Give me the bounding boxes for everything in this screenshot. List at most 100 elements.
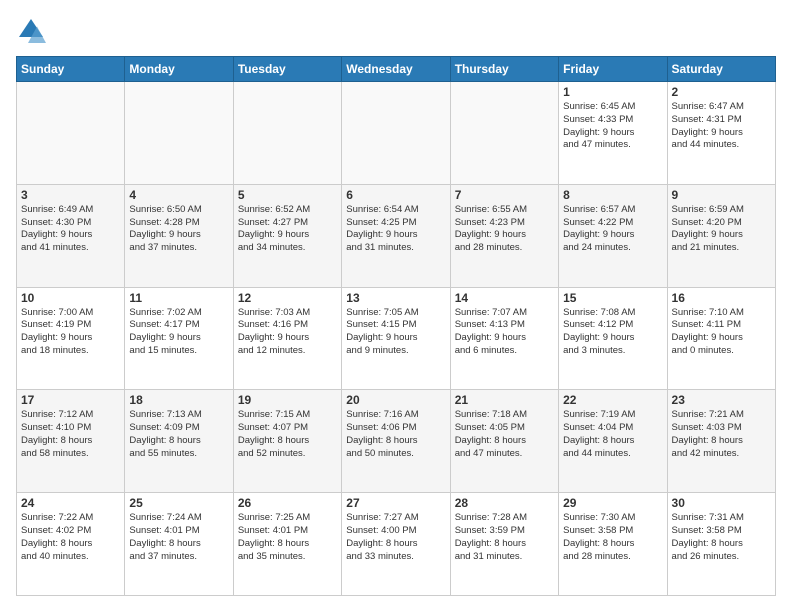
calendar-week-2: 3Sunrise: 6:49 AM Sunset: 4:30 PM Daylig… <box>17 184 776 287</box>
day-info: Sunrise: 7:19 AM Sunset: 4:04 PM Dayligh… <box>563 409 662 460</box>
calendar-cell: 19 Sunrise: 7:15 AM Sunset: 4:07 PM Dayli… <box>233 390 341 493</box>
day-number: 21 <box>455 393 554 407</box>
calendar-cell: 7 Sunrise: 6:55 AM Sunset: 4:23 PM Daylig… <box>450 184 558 287</box>
calendar-cell: 11 Sunrise: 7:02 AM Sunset: 4:17 PM Dayli… <box>125 287 233 390</box>
day-info: Sunrise: 6:47 AM Sunset: 4:31 PM Dayligh… <box>672 101 771 152</box>
calendar-cell: 13 Sunrise: 7:05 AM Sunset: 4:15 PM Dayli… <box>342 287 450 390</box>
calendar-table: SundayMondayTuesdayWednesdayThursdayFrid… <box>16 56 776 596</box>
day-number: 3 <box>21 188 120 202</box>
weekday-header-monday: Monday <box>125 57 233 82</box>
day-info: Sunrise: 6:57 AM Sunset: 4:22 PM Dayligh… <box>563 204 662 255</box>
day-info: Sunrise: 7:24 AM Sunset: 4:01 PM Dayligh… <box>129 512 228 563</box>
calendar-cell: 16Sunrise: 7:10 AM Sunset: 4:11 PM Dayli… <box>667 287 775 390</box>
calendar-cell: 27 Sunrise: 7:27 AM Sunset: 4:00 PM Dayli… <box>342 493 450 596</box>
day-info: Sunrise: 7:18 AM Sunset: 4:05 PM Dayligh… <box>455 409 554 460</box>
day-info: Sunrise: 7:10 AM Sunset: 4:11 PM Dayligh… <box>672 307 771 358</box>
day-info: Sunrise: 6:59 AM Sunset: 4:20 PM Dayligh… <box>672 204 771 255</box>
day-number: 7 <box>455 188 554 202</box>
day-info: Sunrise: 7:22 AM Sunset: 4:02 PM Dayligh… <box>21 512 120 563</box>
calendar-cell: 23 Sunrise: 7:21 AM Sunset: 4:03 PM Dayli… <box>667 390 775 493</box>
day-number: 8 <box>563 188 662 202</box>
weekday-header-tuesday: Tuesday <box>233 57 341 82</box>
day-number: 17 <box>21 393 120 407</box>
calendar-cell: 3Sunrise: 6:49 AM Sunset: 4:30 PM Daylig… <box>17 184 125 287</box>
day-number: 28 <box>455 496 554 510</box>
day-number: 10 <box>21 291 120 305</box>
logo <box>16 16 50 46</box>
calendar-cell: 8 Sunrise: 6:57 AM Sunset: 4:22 PM Daylig… <box>559 184 667 287</box>
calendar-week-1: 1Sunrise: 6:45 AM Sunset: 4:33 PM Daylig… <box>17 82 776 185</box>
day-info: Sunrise: 6:55 AM Sunset: 4:23 PM Dayligh… <box>455 204 554 255</box>
day-number: 18 <box>129 393 228 407</box>
calendar-cell: 26Sunrise: 7:25 AM Sunset: 4:01 PM Dayli… <box>233 493 341 596</box>
day-info: Sunrise: 7:30 AM Sunset: 3:58 PM Dayligh… <box>563 512 662 563</box>
day-number: 25 <box>129 496 228 510</box>
day-number: 11 <box>129 291 228 305</box>
calendar-cell: 1Sunrise: 6:45 AM Sunset: 4:33 PM Daylig… <box>559 82 667 185</box>
day-number: 13 <box>346 291 445 305</box>
day-info: Sunrise: 6:50 AM Sunset: 4:28 PM Dayligh… <box>129 204 228 255</box>
weekday-header-sunday: Sunday <box>17 57 125 82</box>
weekday-header-thursday: Thursday <box>450 57 558 82</box>
day-info: Sunrise: 7:15 AM Sunset: 4:07 PM Dayligh… <box>238 409 337 460</box>
day-info: Sunrise: 7:02 AM Sunset: 4:17 PM Dayligh… <box>129 307 228 358</box>
weekday-header-friday: Friday <box>559 57 667 82</box>
calendar-cell: 24 Sunrise: 7:22 AM Sunset: 4:02 PM Dayli… <box>17 493 125 596</box>
day-info: Sunrise: 7:08 AM Sunset: 4:12 PM Dayligh… <box>563 307 662 358</box>
day-info: Sunrise: 7:21 AM Sunset: 4:03 PM Dayligh… <box>672 409 771 460</box>
calendar-cell: 14 Sunrise: 7:07 AM Sunset: 4:13 PM Dayli… <box>450 287 558 390</box>
day-number: 19 <box>238 393 337 407</box>
calendar-cell: 6Sunrise: 6:54 AM Sunset: 4:25 PM Daylig… <box>342 184 450 287</box>
day-info: Sunrise: 7:16 AM Sunset: 4:06 PM Dayligh… <box>346 409 445 460</box>
calendar-cell: 28 Sunrise: 7:28 AM Sunset: 3:59 PM Dayli… <box>450 493 558 596</box>
logo-icon <box>16 16 46 46</box>
calendar-cell <box>125 82 233 185</box>
day-number: 4 <box>129 188 228 202</box>
day-number: 6 <box>346 188 445 202</box>
page: SundayMondayTuesdayWednesdayThursdayFrid… <box>0 0 792 612</box>
day-number: 20 <box>346 393 445 407</box>
calendar-cell: 5Sunrise: 6:52 AM Sunset: 4:27 PM Daylig… <box>233 184 341 287</box>
calendar-cell: 17 Sunrise: 7:12 AM Sunset: 4:10 PM Dayli… <box>17 390 125 493</box>
day-info: Sunrise: 7:13 AM Sunset: 4:09 PM Dayligh… <box>129 409 228 460</box>
day-info: Sunrise: 7:05 AM Sunset: 4:15 PM Dayligh… <box>346 307 445 358</box>
calendar-cell: 30Sunrise: 7:31 AM Sunset: 3:58 PM Dayli… <box>667 493 775 596</box>
day-number: 24 <box>21 496 120 510</box>
calendar-cell <box>233 82 341 185</box>
calendar-week-5: 24 Sunrise: 7:22 AM Sunset: 4:02 PM Dayli… <box>17 493 776 596</box>
weekday-header-wednesday: Wednesday <box>342 57 450 82</box>
calendar-week-3: 10 Sunrise: 7:00 AM Sunset: 4:19 PM Dayli… <box>17 287 776 390</box>
calendar-cell: 15 Sunrise: 7:08 AM Sunset: 4:12 PM Dayli… <box>559 287 667 390</box>
calendar-cell: 12 Sunrise: 7:03 AM Sunset: 4:16 PM Dayli… <box>233 287 341 390</box>
day-number: 23 <box>672 393 771 407</box>
calendar-week-4: 17 Sunrise: 7:12 AM Sunset: 4:10 PM Dayli… <box>17 390 776 493</box>
calendar-cell <box>342 82 450 185</box>
day-info: Sunrise: 6:52 AM Sunset: 4:27 PM Dayligh… <box>238 204 337 255</box>
day-number: 29 <box>563 496 662 510</box>
day-info: Sunrise: 6:45 AM Sunset: 4:33 PM Dayligh… <box>563 101 662 152</box>
calendar-cell <box>17 82 125 185</box>
weekday-header-row: SundayMondayTuesdayWednesdayThursdayFrid… <box>17 57 776 82</box>
calendar-cell: 29 Sunrise: 7:30 AM Sunset: 3:58 PM Dayli… <box>559 493 667 596</box>
day-number: 27 <box>346 496 445 510</box>
day-number: 30 <box>672 496 771 510</box>
calendar-cell: 2 Sunrise: 6:47 AM Sunset: 4:31 PM Daylig… <box>667 82 775 185</box>
calendar-cell: 4 Sunrise: 6:50 AM Sunset: 4:28 PM Daylig… <box>125 184 233 287</box>
weekday-header-saturday: Saturday <box>667 57 775 82</box>
day-info: Sunrise: 7:12 AM Sunset: 4:10 PM Dayligh… <box>21 409 120 460</box>
day-number: 2 <box>672 85 771 99</box>
calendar-cell: 22 Sunrise: 7:19 AM Sunset: 4:04 PM Dayli… <box>559 390 667 493</box>
calendar-cell: 18 Sunrise: 7:13 AM Sunset: 4:09 PM Dayli… <box>125 390 233 493</box>
day-info: Sunrise: 7:00 AM Sunset: 4:19 PM Dayligh… <box>21 307 120 358</box>
day-number: 9 <box>672 188 771 202</box>
day-info: Sunrise: 7:25 AM Sunset: 4:01 PM Dayligh… <box>238 512 337 563</box>
calendar-cell <box>450 82 558 185</box>
day-number: 12 <box>238 291 337 305</box>
day-number: 15 <box>563 291 662 305</box>
day-info: Sunrise: 7:28 AM Sunset: 3:59 PM Dayligh… <box>455 512 554 563</box>
day-number: 22 <box>563 393 662 407</box>
day-info: Sunrise: 7:03 AM Sunset: 4:16 PM Dayligh… <box>238 307 337 358</box>
day-info: Sunrise: 7:07 AM Sunset: 4:13 PM Dayligh… <box>455 307 554 358</box>
day-number: 14 <box>455 291 554 305</box>
day-info: Sunrise: 7:27 AM Sunset: 4:00 PM Dayligh… <box>346 512 445 563</box>
